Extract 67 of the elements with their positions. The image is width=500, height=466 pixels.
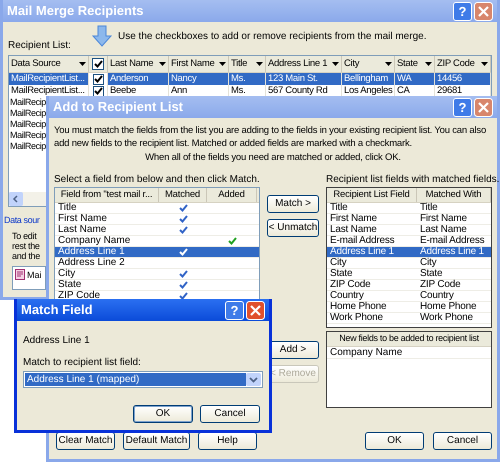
table-cell: Nancy: [171, 73, 196, 85]
table-cell: 123 Main St.: [268, 73, 318, 85]
table-cell: MailRecipientList...: [11, 85, 85, 97]
field-label: Recipient List:: [8, 40, 71, 52]
table-cell: Anderson: [110, 73, 148, 85]
help-text: and the: [12, 251, 40, 261]
help-text: rest the: [12, 241, 40, 251]
table-cell: MailRecip: [10, 130, 46, 141]
table-cell-text: E-mail Address: [329, 236, 396, 246]
window-title: Add to Recipient List: [53, 98, 183, 116]
field-label: Recipient list fields with matched fields.: [326, 173, 500, 186]
table-cell-text: State: [419, 269, 444, 279]
table-cell-text: ZIP Code: [329, 280, 372, 290]
table-cell: MailRecip: [10, 108, 46, 119]
table-cell-text: Company Name: [57, 236, 132, 246]
table-cell-text: Work Phone: [419, 313, 474, 323]
table-cell: MailRecip: [10, 119, 46, 130]
instruction-text: You must match the fields from the list you are adding to the fields in your existing recipient list. You can also add new fields to the recipient list. Matched or added fields are marked with a checkmark.: [54, 124, 488, 150]
table-cell-text: State: [57, 280, 82, 290]
table-cell: Bellingham: [344, 73, 388, 85]
field-label: Match to recipient list field:: [23, 356, 141, 369]
table-cell-text: First Name: [329, 214, 378, 224]
table-cell: Ms.: [231, 85, 246, 97]
table-cell-text: Address Line 1: [329, 247, 395, 257]
table-cell-text: Last Name: [419, 225, 468, 235]
table-cell-text: State: [329, 269, 354, 279]
table-cell-text: Title: [57, 203, 78, 213]
table-cell-text: Country: [419, 291, 455, 301]
table-cell-text: Home Phone: [419, 302, 478, 312]
table-cell: CA: [397, 85, 410, 97]
table-cell-text: Country: [329, 291, 365, 301]
table-cell-text: Address Line 1: [57, 247, 126, 257]
column-header: New fields to be added to recipient list: [327, 332, 491, 347]
table-cell: MailRecip: [10, 97, 46, 108]
table-cell-text: City: [57, 269, 76, 279]
table-cell: 29681: [437, 85, 462, 97]
table-cell: WA: [397, 73, 412, 85]
table-cell-text: Address Line 1: [419, 247, 485, 257]
table-cell-text: Last Name: [57, 225, 108, 235]
help-text: To edit: [12, 231, 36, 241]
table-cell: 14456: [437, 73, 462, 85]
table-cell-text: City: [329, 258, 348, 268]
table-cell-text: E-mail Address: [419, 236, 486, 246]
table-cell-text: First Name: [419, 214, 468, 224]
window-title: Match Field: [21, 301, 93, 320]
table-cell-text: Title: [329, 203, 349, 213]
table-cell-text: First Name: [57, 214, 108, 224]
table-cell-text: Work Phone: [329, 313, 384, 323]
table-cell: Los Angeles: [344, 85, 392, 97]
table-cell-text: ZIP Code: [57, 291, 102, 301]
field-name: Address Line 1: [23, 334, 90, 347]
table-cell: Beebe: [110, 85, 136, 97]
table-cell: Ms.: [231, 73, 246, 85]
instruction-text: Use the checkboxes to add or remove recipients from the mail merge.: [118, 31, 426, 43]
table-cell: Ann: [171, 85, 188, 97]
table-cell-text: Home Phone: [329, 302, 388, 312]
hint-text: When all of the fields you need are matched or added, click OK.: [145, 151, 401, 164]
window-title: Mail Merge Recipients: [7, 2, 144, 20]
table-cell-text: City: [419, 258, 438, 268]
table-cell: MailRecipientList...: [11, 73, 85, 85]
table-cell-text: Title: [419, 203, 439, 213]
table-cell-text: Address Line 2: [57, 258, 126, 268]
table-cell: 567 County Rd: [268, 85, 328, 97]
table-cell: MailRecip: [10, 141, 46, 152]
table-cell-text: Last Name: [329, 225, 378, 235]
table-cell-text: ZIP Code: [419, 280, 462, 290]
field-label: Select a field from below and then click Match.: [54, 173, 260, 186]
